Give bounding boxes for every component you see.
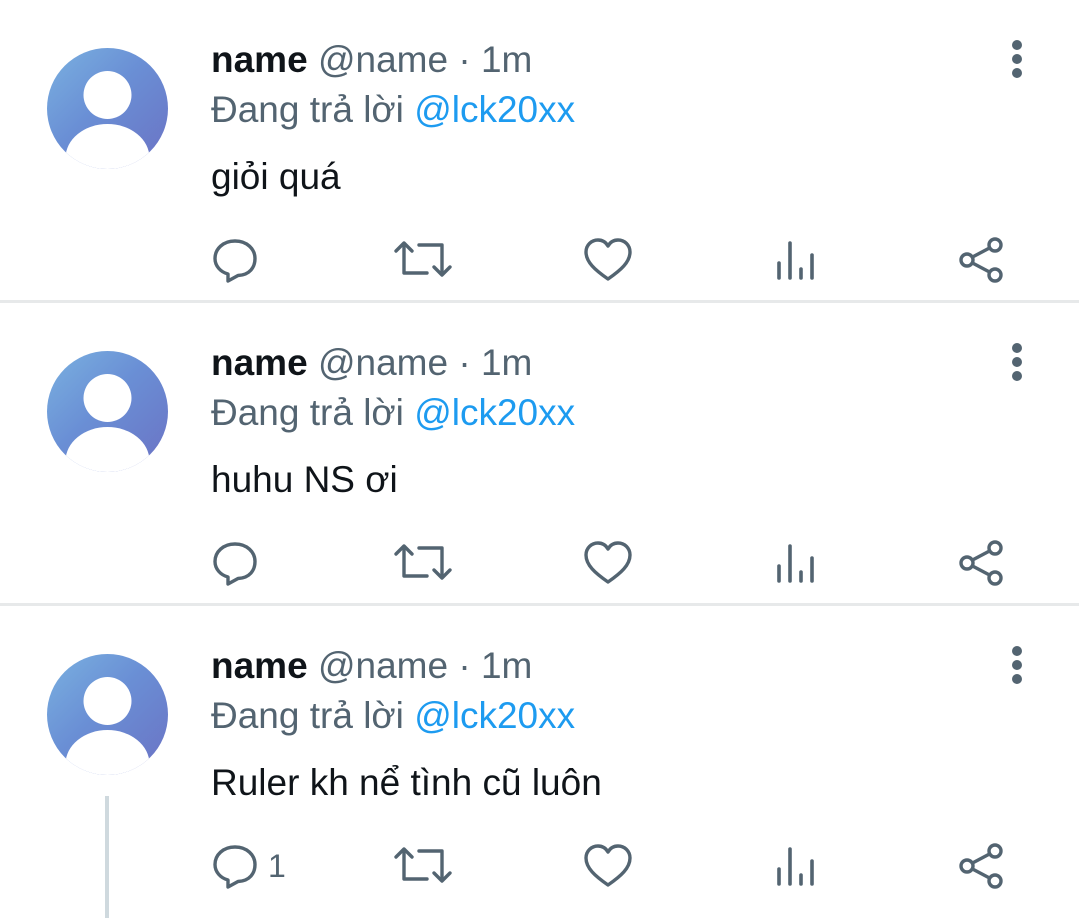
views-icon xyxy=(777,847,814,886)
retweet-button[interactable] xyxy=(393,535,453,591)
more-vertical-icon xyxy=(1012,646,1022,684)
action-bar xyxy=(0,535,1079,591)
reply-icon xyxy=(213,239,257,283)
user-handle[interactable]: @name xyxy=(318,342,448,383)
share-icon xyxy=(959,540,1003,586)
more-options-button[interactable] xyxy=(1000,38,1034,82)
share-icon xyxy=(959,843,1003,889)
reply-button[interactable]: 1 xyxy=(210,838,286,894)
timestamp[interactable]: 1m xyxy=(481,342,532,383)
action-bar: 1 xyxy=(0,838,1079,894)
like-button[interactable] xyxy=(582,838,634,894)
heart-icon xyxy=(584,238,632,281)
display-name[interactable]: name xyxy=(211,342,308,383)
tweet-header: name @name · 1m xyxy=(211,341,532,385)
retweet-icon xyxy=(394,847,452,883)
timeline: name @name · 1m Đang trả lời @lck20xx gi… xyxy=(0,0,1079,912)
reply-button[interactable] xyxy=(210,535,268,591)
share-button[interactable] xyxy=(957,838,1007,894)
retweet-icon xyxy=(394,241,452,277)
retweet-button[interactable] xyxy=(393,232,453,288)
avatar[interactable] xyxy=(47,654,168,775)
reply-mention-link[interactable]: @lck20xx xyxy=(414,695,575,736)
tweet-header: name @name · 1m xyxy=(211,644,532,688)
thread-connector-line xyxy=(105,796,109,918)
like-button[interactable] xyxy=(582,232,634,288)
views-button[interactable] xyxy=(772,838,822,894)
reply-icon xyxy=(213,845,257,889)
user-handle[interactable]: @name xyxy=(318,39,448,80)
reply-count: 1 xyxy=(268,848,286,884)
more-vertical-icon xyxy=(1012,343,1022,381)
avatar[interactable] xyxy=(47,48,168,169)
action-bar xyxy=(0,232,1079,288)
replying-to: Đang trả lời @lck20xx xyxy=(211,694,575,738)
default-avatar-icon xyxy=(65,374,150,472)
tweet-text: Ruler kh nể tình cũ luôn xyxy=(211,762,602,803)
separator-dot: · xyxy=(458,645,471,686)
like-button[interactable] xyxy=(582,535,634,591)
timestamp[interactable]: 1m xyxy=(481,39,532,80)
separator-dot: · xyxy=(458,39,471,80)
views-icon xyxy=(777,544,814,583)
separator-dot: · xyxy=(458,342,471,383)
retweet-button[interactable] xyxy=(393,838,453,894)
views-button[interactable] xyxy=(772,232,822,288)
retweet-icon xyxy=(394,544,452,580)
heart-icon xyxy=(584,541,632,584)
tweet[interactable]: name @name · 1m Đang trả lời @lck20xx gi… xyxy=(0,0,1079,303)
more-vertical-icon xyxy=(1012,40,1022,78)
more-options-button[interactable] xyxy=(1000,341,1034,385)
default-avatar-icon xyxy=(65,677,150,775)
views-button[interactable] xyxy=(772,535,822,591)
more-options-button[interactable] xyxy=(1000,644,1034,688)
user-handle[interactable]: @name xyxy=(318,645,448,686)
reply-mention-link[interactable]: @lck20xx xyxy=(414,89,575,130)
share-button[interactable] xyxy=(957,232,1007,288)
tweet[interactable]: name @name · 1m Đang trả lời @lck20xx hu… xyxy=(0,303,1079,606)
heart-icon xyxy=(584,844,632,887)
replying-to-label: Đang trả lời xyxy=(211,695,404,736)
display-name[interactable]: name xyxy=(211,39,308,80)
timestamp[interactable]: 1m xyxy=(481,645,532,686)
share-icon xyxy=(959,237,1003,283)
replying-to-label: Đang trả lời xyxy=(211,89,404,130)
reply-button[interactable] xyxy=(210,232,268,288)
display-name[interactable]: name xyxy=(211,645,308,686)
tweet-text: giỏi quá xyxy=(211,156,341,197)
tweet-text: huhu NS ơi xyxy=(211,459,398,500)
share-button[interactable] xyxy=(957,535,1007,591)
default-avatar-icon xyxy=(65,71,150,169)
tweet-header: name @name · 1m xyxy=(211,38,532,82)
avatar[interactable] xyxy=(47,351,168,472)
replying-to: Đang trả lời @lck20xx xyxy=(211,391,575,435)
views-icon xyxy=(777,241,814,280)
replying-to: Đang trả lời @lck20xx xyxy=(211,88,575,132)
reply-icon xyxy=(213,542,257,586)
tweet[interactable]: name @name · 1m Đang trả lời @lck20xx Ru… xyxy=(0,606,1079,912)
replying-to-label: Đang trả lời xyxy=(211,392,404,433)
reply-mention-link[interactable]: @lck20xx xyxy=(414,392,575,433)
